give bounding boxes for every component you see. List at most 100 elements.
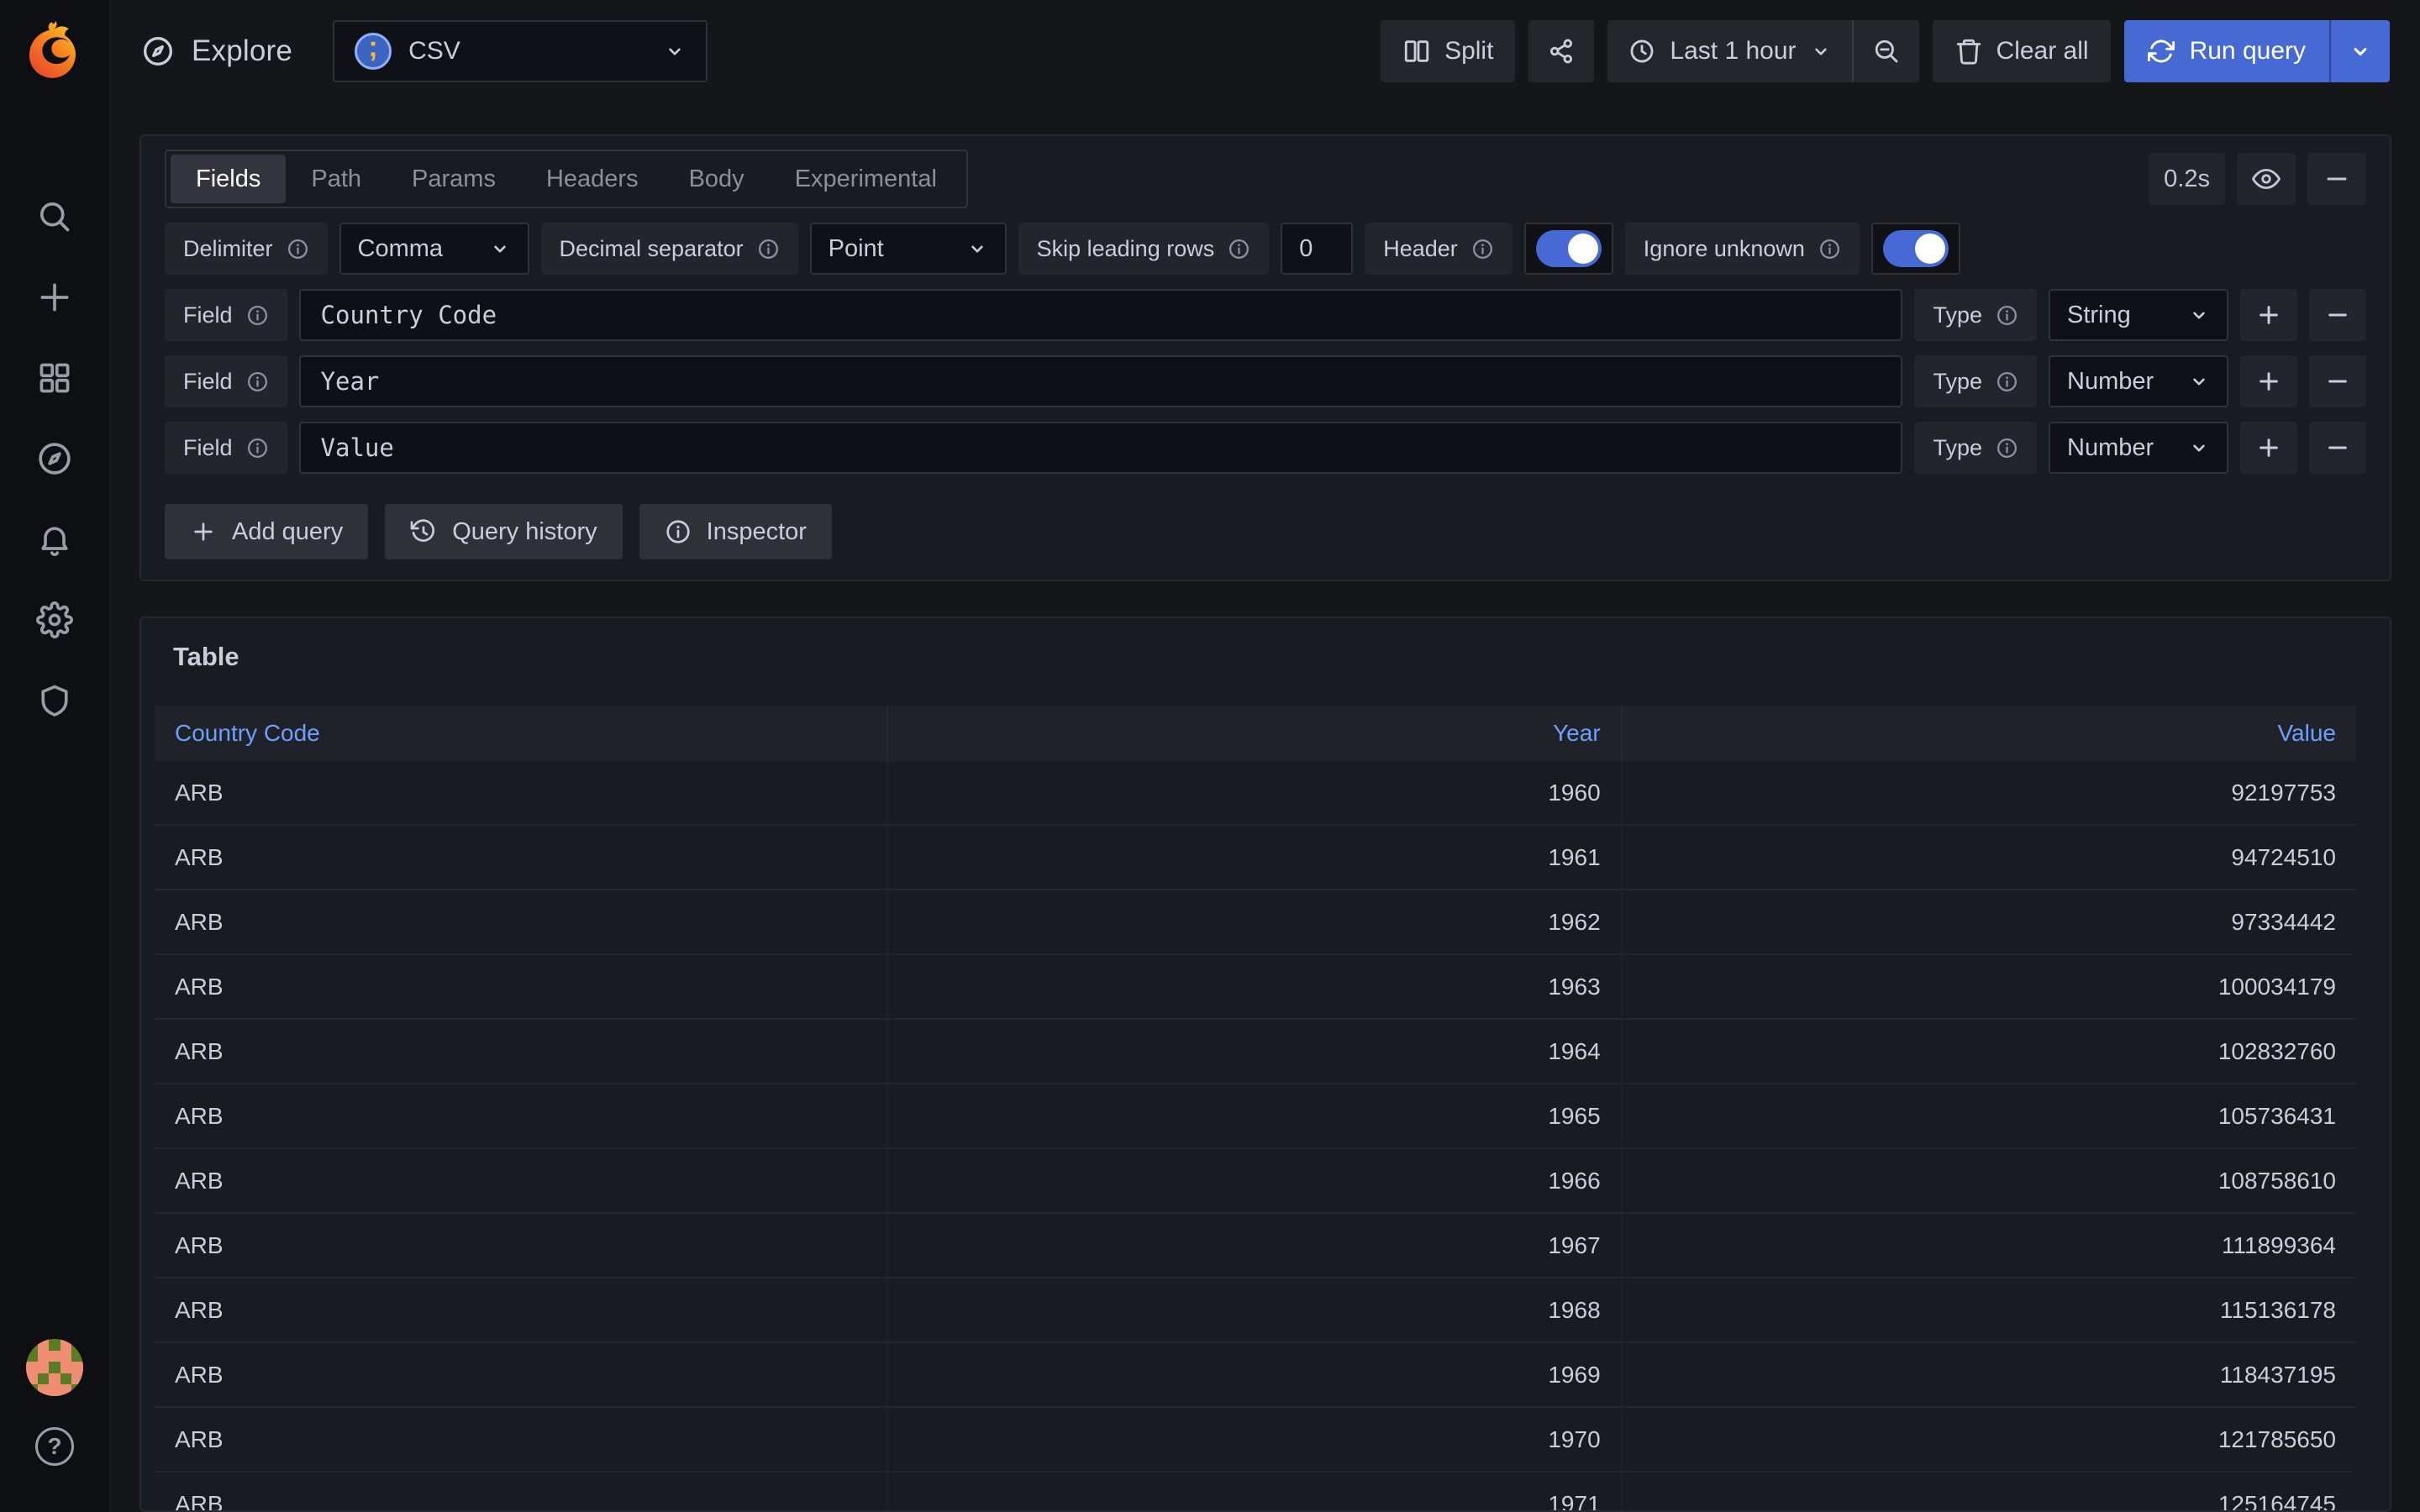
toggle-on [1883,230,1949,267]
info-icon[interactable] [246,437,269,459]
skip-leading-rows-input[interactable] [1281,223,1353,275]
dashboards-grid-icon [36,360,73,396]
cell-year: 1966 [888,1149,1622,1212]
delimiter-select[interactable]: Comma [339,223,529,275]
tab-headers[interactable]: Headers [521,155,664,203]
skip-leading-rows-label: Skip leading rows [1018,223,1270,275]
decimal-separator-select[interactable]: Point [810,223,1007,275]
remove-field-button[interactable] [2309,422,2366,474]
cell-value: 108758610 [1623,1149,2356,1212]
query-editor-tabs: Fields Path Params Headers Body Experime… [165,150,968,208]
ignore-unknown-label: Ignore unknown [1625,223,1860,275]
main-area: Explore ; CSV Split Las [111,0,2420,1512]
sidebar-item-explore[interactable] [0,418,110,499]
cell-value: 118437195 [1623,1343,2356,1406]
cell-value: 105736431 [1623,1084,2356,1147]
user-avatar[interactable] [26,1339,83,1396]
time-range-button[interactable]: Last 1 hour [1607,20,1851,82]
header-toggle[interactable] [1524,223,1613,275]
info-icon[interactable] [246,304,269,327]
tab-path[interactable]: Path [286,155,387,203]
sidebar-item-alerting[interactable] [0,499,110,580]
sidebar-item-settings[interactable] [0,580,110,660]
cell-country: ARB [155,1214,888,1277]
sidebar-item-help[interactable]: ? [0,1421,110,1472]
column-header-year[interactable]: Year [888,706,1622,761]
info-icon[interactable] [287,238,309,260]
query-row-actions: 0.2s [2149,153,2366,205]
csv-datasource-icon: ; [355,33,392,70]
sidebar-item-server-admin[interactable] [0,660,110,741]
cell-value: 121785650 [1623,1408,2356,1471]
cell-year: 1965 [888,1084,1622,1147]
field-name-input[interactable] [299,355,1903,407]
gear-icon [36,601,73,638]
plus-icon [36,279,73,316]
sync-icon [2148,38,2175,65]
tab-fields[interactable]: Fields [171,155,286,203]
help-icon: ? [35,1427,74,1466]
field-type-select[interactable]: Number [2049,422,2228,474]
plus-icon [190,518,217,545]
info-icon[interactable] [1996,370,2018,393]
inspector-button[interactable]: Inspector [639,504,832,559]
add-field-button[interactable] [2240,355,2297,407]
add-field-button[interactable] [2240,422,2297,474]
remove-field-button[interactable] [2309,355,2366,407]
type-label: Type [1914,355,2037,407]
info-icon[interactable] [1996,304,2018,327]
cell-year: 1964 [888,1020,1622,1083]
column-header-country-code[interactable]: Country Code [155,706,888,761]
hide-response-button[interactable] [2237,153,2296,205]
info-icon[interactable] [1996,437,2018,459]
clear-all-button[interactable]: Clear all [1933,20,2111,82]
tab-body[interactable]: Body [664,155,770,203]
split-button[interactable]: Split [1381,20,1515,82]
explore-header: Explore [141,34,292,68]
field-type-select[interactable]: String [2049,289,2228,341]
add-field-button[interactable] [2240,289,2297,341]
remove-query-button[interactable] [2307,153,2366,205]
field-label: Field [165,422,287,474]
sidebar-item-dashboards[interactable] [0,338,110,418]
table-row: ARB 1967 111899364 [155,1214,2356,1278]
info-icon[interactable] [757,238,780,260]
field-name-input[interactable] [299,289,1903,341]
run-query-dropdown-button[interactable] [2329,20,2390,82]
tab-experimental[interactable]: Experimental [770,155,962,203]
share-icon [1547,37,1576,66]
sidebar-item-search[interactable] [0,176,110,257]
cell-country: ARB [155,890,888,953]
add-query-button[interactable]: Add query [165,504,368,559]
field-type-select[interactable]: Number [2049,355,2228,407]
query-history-button[interactable]: Query history [385,504,622,559]
cell-value: 125164745 [1623,1473,2356,1510]
grafana-logo-icon[interactable] [22,17,87,82]
cell-country: ARB [155,826,888,889]
column-header-value[interactable]: Value [1623,706,2356,761]
csv-options-row: Delimiter Comma Decimal separator P [165,223,2366,275]
datasource-picker[interactable]: ; CSV [333,20,708,82]
run-query-button[interactable]: Run query [2124,20,2329,82]
info-icon[interactable] [1471,238,1494,260]
table-row: ARB 1969 118437195 [155,1343,2356,1408]
cell-country: ARB [155,1149,888,1212]
share-button[interactable] [1528,20,1594,82]
cell-year: 1962 [888,890,1622,953]
table-panel: Table Country Code Year Value ARB 1960 9… [139,617,2391,1512]
cell-value: 97334442 [1623,890,2356,953]
field-name-input[interactable] [299,422,1903,474]
field-label: Field [165,355,287,407]
info-icon[interactable] [1228,238,1250,260]
ignore-unknown-toggle[interactable] [1871,223,1960,275]
remove-field-button[interactable] [2309,289,2366,341]
info-icon[interactable] [246,370,269,393]
sidebar-item-create[interactable] [0,257,110,338]
info-icon[interactable] [1818,238,1841,260]
time-picker: Last 1 hour [1607,20,1918,82]
type-label: Type [1914,422,2037,474]
cell-year: 1970 [888,1408,1622,1471]
tab-params[interactable]: Params [387,155,521,203]
chevron-down-icon [2188,304,2210,326]
zoom-out-time-button[interactable] [1852,20,1919,82]
